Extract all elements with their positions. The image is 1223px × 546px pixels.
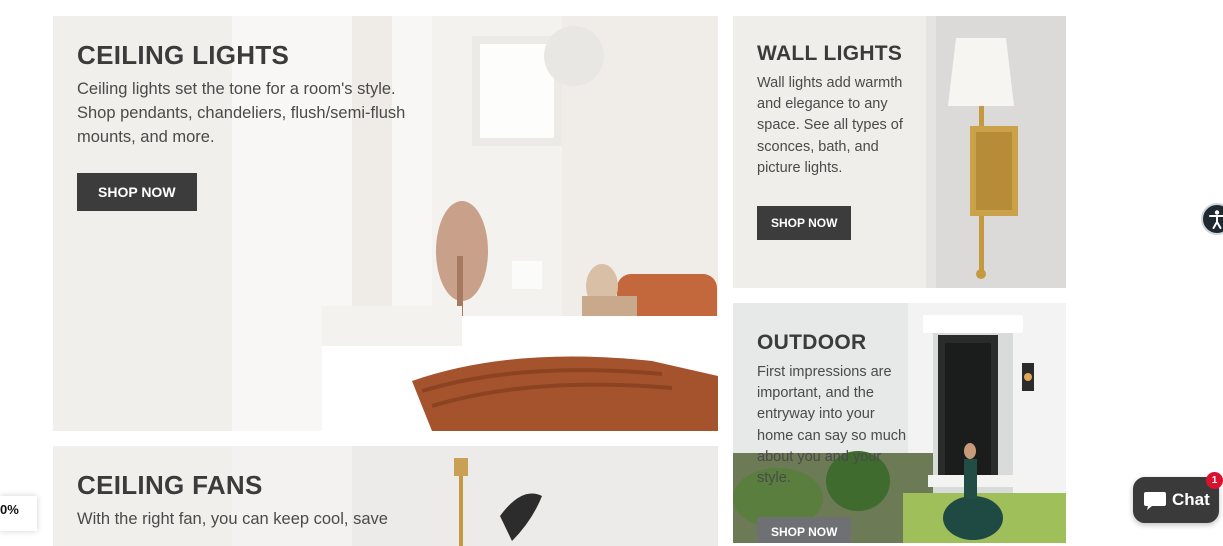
outdoor-title: OUTDOOR: [757, 331, 867, 354]
promo-tab-text: 0%: [0, 502, 19, 517]
outdoor-shop-button[interactable]: SHOP NOW: [757, 517, 852, 543]
ceiling-lights-title: CEILING LIGHTS: [77, 40, 290, 70]
chat-bubble-icon: [1144, 492, 1166, 510]
chat-label: Chat: [1172, 490, 1210, 509]
accessibility-icon: [1209, 210, 1223, 229]
wall-lights-title: WALL LIGHTS: [757, 42, 903, 65]
ceiling-lights-card[interactable]: CEILING LIGHTS Ceiling lights set the to…: [53, 16, 718, 431]
ceiling-lights-description: Ceiling lights set the tone for a room's…: [77, 80, 406, 146]
outdoor-card[interactable]: OUTDOOR First impressions are important,…: [733, 303, 1066, 543]
accessibility-button[interactable]: [1201, 203, 1223, 235]
wall-lights-description: Wall lights add warmth and elegance to a…: [757, 75, 903, 176]
ceiling-fans-card[interactable]: CEILING FANS With the right fan, you can…: [53, 446, 718, 546]
ceiling-fans-title: CEILING FANS: [77, 470, 263, 500]
ceiling-lights-shop-button[interactable]: SHOP NOW: [77, 173, 197, 211]
wall-lights-card[interactable]: WALL LIGHTS Wall lights add warmth and e…: [733, 16, 1066, 288]
wall-lights-image: [926, 16, 1066, 288]
promo-tab[interactable]: 0%: [0, 496, 37, 531]
chat-notification-badge: 1: [1206, 472, 1223, 489]
outdoor-description: First impressions are important, and the…: [757, 364, 907, 487]
ceiling-fans-description: With the right fan, you can keep cool, s…: [77, 510, 388, 528]
wall-lights-shop-button[interactable]: SHOP NOW: [757, 206, 852, 241]
